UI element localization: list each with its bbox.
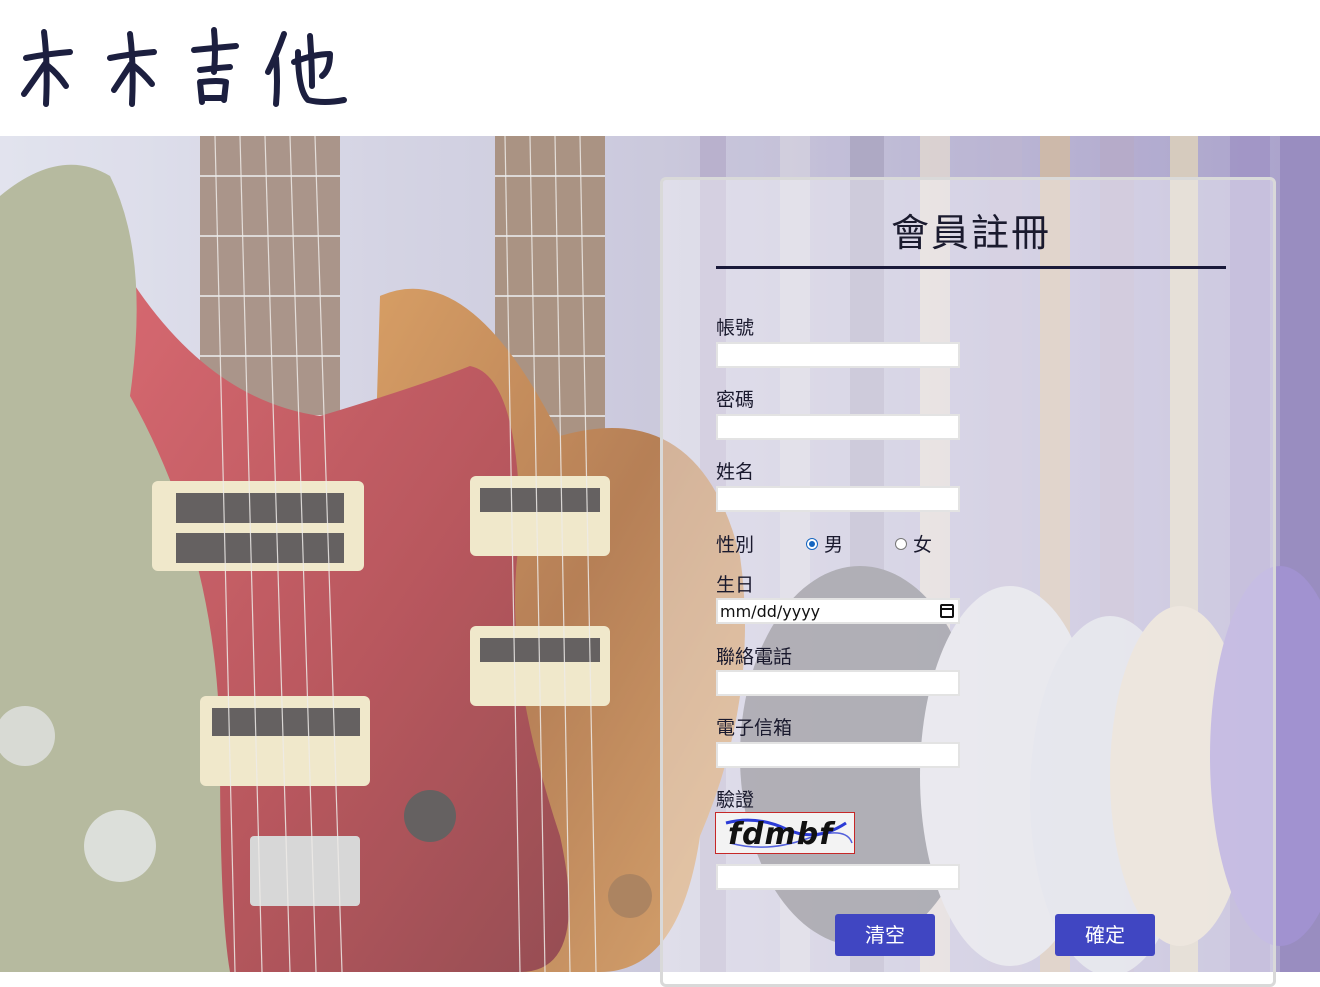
account-input[interactable] (716, 342, 960, 368)
phone-input[interactable] (716, 670, 960, 696)
submit-button[interactable]: 確定 (1055, 914, 1155, 956)
gender-label: 性別 (716, 534, 755, 556)
radio-female[interactable] (895, 537, 907, 550)
name-label: 姓名 (716, 461, 755, 483)
site-header (0, 0, 1320, 136)
gender-option-male[interactable]: 男 (806, 530, 843, 557)
account-label: 帳號 (716, 317, 755, 339)
title-divider (716, 266, 1226, 269)
email-label: 電子信箱 (716, 717, 793, 739)
captcha-image[interactable]: fdmbf (715, 812, 855, 854)
logo-calligraphy (21, 27, 347, 107)
registration-panel: 會員註冊 帳號 密碼 姓名 性別 男 女 生日 mm/dd/yyyy 聯絡電話 … (660, 177, 1276, 987)
password-input[interactable] (716, 414, 960, 440)
gender-male-label: 男 (824, 534, 844, 556)
captcha-input[interactable] (716, 864, 960, 890)
radio-male[interactable] (806, 537, 818, 550)
name-input[interactable] (716, 486, 960, 512)
phone-label: 聯絡電話 (716, 646, 793, 668)
brand-logo[interactable] (18, 20, 348, 116)
captcha-text: fdmbf (728, 817, 834, 852)
birthday-label: 生日 (716, 574, 755, 596)
calendar-icon[interactable] (940, 604, 954, 618)
gender-female-label: 女 (913, 534, 933, 556)
clear-button[interactable]: 清空 (835, 914, 935, 956)
form-title: 會員註冊 (890, 211, 1051, 255)
verify-label: 驗證 (716, 789, 755, 811)
password-label: 密碼 (716, 389, 755, 411)
birthday-date-input[interactable]: mm/dd/yyyy (716, 598, 960, 624)
gender-option-female[interactable]: 女 (895, 530, 932, 557)
birthday-placeholder: mm/dd/yyyy (720, 601, 821, 621)
email-input[interactable] (716, 742, 960, 768)
